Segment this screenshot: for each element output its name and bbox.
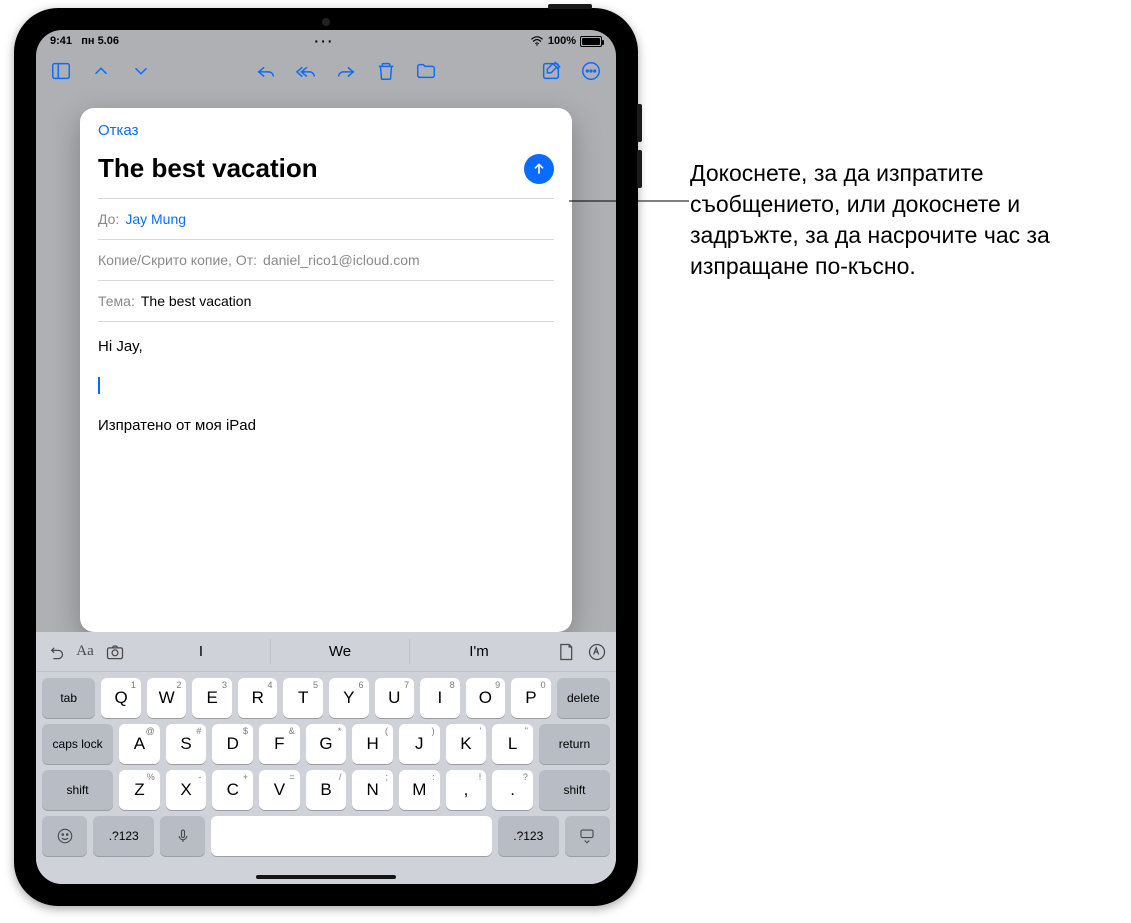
volume-up-button[interactable] [637, 104, 642, 142]
key-a[interactable]: A@ [119, 724, 160, 764]
key-p[interactable]: P0 [511, 678, 551, 718]
compose-sheet: Отказ The best vacation До: Jay Mung Коп… [80, 108, 572, 632]
volume-down-button[interactable] [637, 150, 642, 188]
battery-percent: 100% [548, 35, 576, 47]
cancel-button[interactable]: Отказ [98, 122, 554, 149]
key-row-2: caps lock A@S#D$F&G*H(J)K'L" return [42, 724, 610, 764]
multitask-dots[interactable]: ··· [314, 34, 334, 48]
text-format-icon[interactable]: Aa [74, 641, 96, 663]
to-value[interactable]: Jay Mung [125, 211, 186, 227]
subject-value[interactable]: The best vacation [141, 293, 252, 309]
key-t[interactable]: T5 [283, 678, 323, 718]
shift-right-key[interactable]: shift [539, 770, 610, 810]
annotation-text: Докоснете, за да изпратите съобщението, … [690, 158, 1110, 282]
key-b[interactable]: B/ [306, 770, 347, 810]
space-key[interactable] [211, 816, 491, 856]
compose-icon[interactable] [540, 60, 562, 82]
keyboard-suggestions: I We I'm [132, 639, 548, 664]
key-s[interactable]: S# [166, 724, 207, 764]
dismiss-keyboard-key[interactable] [565, 816, 610, 856]
chevron-down-icon[interactable] [130, 60, 152, 82]
key-row-1: tab Q1W2E3R4T5Y6U7I8O9P0 delete [42, 678, 610, 718]
key-q[interactable]: Q1 [101, 678, 141, 718]
key-l[interactable]: L" [492, 724, 533, 764]
front-camera [322, 18, 330, 26]
body-signature: Изпратено от моя iPad [98, 415, 554, 438]
key-v[interactable]: V= [259, 770, 300, 810]
from-value: daniel_rico1@icloud.com [263, 252, 420, 268]
camera-icon[interactable] [104, 641, 126, 663]
home-indicator[interactable] [256, 875, 396, 879]
key-z[interactable]: Z% [119, 770, 160, 810]
key-x[interactable]: X- [166, 770, 207, 810]
key-row-3: shift Z%X-C+V=B/N;M: ,! .? shift [42, 770, 610, 810]
key-y[interactable]: Y6 [329, 678, 369, 718]
tab-key[interactable]: tab [42, 678, 95, 718]
undo-icon[interactable] [44, 641, 66, 663]
key-f[interactable]: F& [259, 724, 300, 764]
key-i[interactable]: I8 [420, 678, 460, 718]
key-row-4: .?123 .?123 [42, 816, 610, 856]
more-icon[interactable] [580, 60, 602, 82]
key-h[interactable]: H( [352, 724, 393, 764]
annotation-leader-line [569, 189, 689, 191]
numsym-left-key[interactable]: .?123 [93, 816, 154, 856]
power-button[interactable] [548, 4, 592, 9]
key-e[interactable]: E3 [192, 678, 232, 718]
status-bar: 9:41 пн 5.06 ··· 100% [36, 30, 616, 52]
key-j[interactable]: J) [399, 724, 440, 764]
comma-key[interactable]: ,! [446, 770, 487, 810]
ipad-screen: 9:41 пн 5.06 ··· 100% [36, 30, 616, 884]
suggestion-3[interactable]: I'm [409, 639, 548, 664]
reply-icon[interactable] [255, 60, 277, 82]
key-n[interactable]: N; [352, 770, 393, 810]
status-time: 9:41 [50, 35, 72, 47]
key-m[interactable]: M: [399, 770, 440, 810]
onscreen-keyboard: Aa I We I'm tab Q [36, 632, 616, 884]
capslock-key[interactable]: caps lock [42, 724, 113, 764]
key-w[interactable]: W2 [147, 678, 187, 718]
scan-document-icon[interactable] [554, 641, 576, 663]
text-cursor [98, 377, 100, 394]
to-label: До: [98, 211, 119, 227]
delete-key[interactable]: delete [557, 678, 610, 718]
mail-toolbar [36, 52, 616, 90]
cc-from-field[interactable]: Копие/Скрито копие, От: daniel_rico1@icl… [98, 239, 554, 280]
reply-all-icon[interactable] [295, 60, 317, 82]
battery-icon [580, 36, 602, 47]
key-o[interactable]: O9 [466, 678, 506, 718]
suggestion-1[interactable]: I [132, 639, 270, 664]
sidebar-toggle-icon[interactable] [50, 60, 72, 82]
key-g[interactable]: G* [306, 724, 347, 764]
emoji-key[interactable] [42, 816, 87, 856]
period-key[interactable]: .? [492, 770, 533, 810]
return-key[interactable]: return [539, 724, 610, 764]
trash-icon[interactable] [375, 60, 397, 82]
wifi-icon [530, 36, 544, 46]
keyboard-toolbar: Aa I We I'm [36, 632, 616, 672]
key-c[interactable]: C+ [212, 770, 253, 810]
subject-field[interactable]: Тема: The best vacation [98, 280, 554, 321]
compose-title: The best vacation [98, 153, 318, 184]
key-r[interactable]: R4 [238, 678, 278, 718]
move-folder-icon[interactable] [415, 60, 437, 82]
markup-icon[interactable] [586, 641, 608, 663]
status-date: пн 5.06 [81, 35, 119, 47]
to-field[interactable]: До: Jay Mung [98, 198, 554, 239]
key-d[interactable]: D$ [212, 724, 253, 764]
key-k[interactable]: K' [446, 724, 487, 764]
chevron-up-icon[interactable] [90, 60, 112, 82]
dictation-key[interactable] [160, 816, 205, 856]
body-greeting: Hi Jay, [98, 336, 554, 359]
message-body[interactable]: Hi Jay, Изпратено от моя iPad [98, 321, 554, 632]
subject-label: Тема: [98, 293, 135, 309]
numsym-right-key[interactable]: .?123 [498, 816, 559, 856]
send-button[interactable] [524, 154, 554, 184]
forward-icon[interactable] [335, 60, 357, 82]
ipad-device: 9:41 пн 5.06 ··· 100% [14, 8, 638, 906]
suggestion-2[interactable]: We [270, 639, 409, 664]
shift-left-key[interactable]: shift [42, 770, 113, 810]
key-u[interactable]: U7 [375, 678, 415, 718]
cc-label: Копие/Скрито копие, От: [98, 252, 257, 268]
